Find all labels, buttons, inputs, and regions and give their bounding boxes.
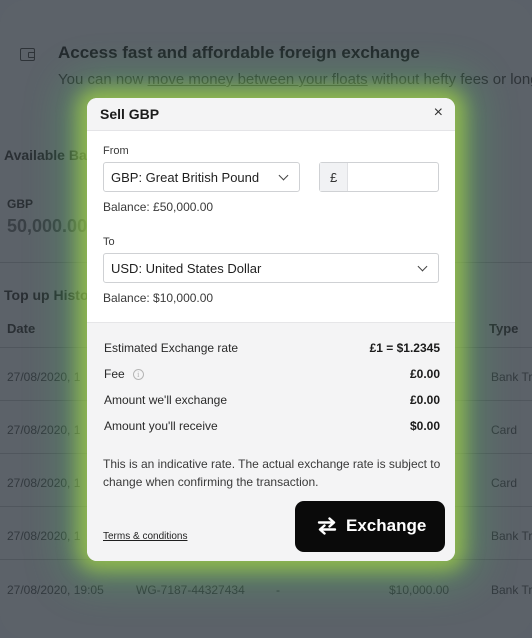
exchange-summary: Estimated Exchange rate £1 = $1.2345 Fee… [87,322,455,561]
rate-value: £1 = $1.2345 [369,341,440,355]
banner-subtitle-pre: You can now [58,71,148,88]
from-currency-value: GBP: Great British Pound [111,170,260,185]
table-row-date: 27/08/2020, 1 [7,423,81,437]
receive-amount-value: $0.00 [409,419,440,433]
gbp-balance-amount: 50,000.00 [7,216,88,236]
from-label: From [103,145,129,157]
table-row-date: 27/08/2020, 1 [7,529,81,543]
close-icon[interactable]: × [434,104,443,122]
fee-value: £0.00 [409,367,440,381]
exchange-button[interactable]: Exchange [295,501,445,552]
chevron-down-icon [417,261,428,272]
table-row-type: Card [491,476,518,490]
info-icon[interactable]: i [132,369,144,380]
receive-amount-label: Amount you'll receive [104,419,218,433]
wallet-icon [20,48,35,61]
exchange-button-label: Exchange [346,516,427,535]
to-balance: Balance: $10,000.00 [103,291,214,305]
currency-symbol: £ [320,163,348,191]
table-row-dash: - [276,583,280,597]
table-row-date: 27/08/2020, 19:05 [7,583,104,597]
to-currency-select[interactable]: USD: United States Dollar [103,253,439,283]
terms-link[interactable]: Terms & conditions [103,531,187,542]
to-currency-value: USD: United States Dollar [111,261,262,276]
modal-header: Sell GBP × [87,98,455,131]
from-balance: Balance: £50,000.00 [103,200,214,214]
topup-history-heading: Top up Histo [4,287,89,303]
table-row-type: Bank Tr [491,583,532,597]
column-header-type: Type [489,321,519,336]
table-row-date: 27/08/2020, 1 [7,370,81,384]
rate-label: Estimated Exchange rate [104,341,239,355]
banner-subtitle-post: without hefty fees or long w [371,71,532,88]
exchange-amount-value: £0.00 [409,393,440,407]
table-row-reference: WG-7187-44327434 [136,583,245,597]
exchange-amount-label: Amount we'll exchange [104,393,228,407]
modal-title: Sell GBP [100,106,160,122]
table-row-type: Card [491,423,518,437]
table-row-date: 27/08/2020, 1 [7,476,81,490]
from-currency-select[interactable]: GBP: Great British Pound [103,162,300,192]
table-row-type: Bank Tr [491,370,532,384]
table-row-type: Bank Tr [491,529,532,543]
swap-arrows-icon [317,517,337,535]
column-header-date: Date [7,321,36,336]
fee-row-label: Fee i [104,367,144,381]
fee-label: Fee [104,367,125,381]
amount-input[interactable] [350,164,436,190]
gbp-currency-label: GBP [7,197,34,211]
available-balance-heading: Available Ba [4,147,87,163]
banner-link[interactable]: move money between your floats [148,71,368,88]
amount-input-group: £ [319,162,439,192]
sell-gbp-modal: Sell GBP × From GBP: Great British Pound… [87,98,455,561]
table-row-amount: $10,000.00 [389,583,450,597]
to-label: To [103,236,115,248]
disclaimer-text: This is an indicative rate. The actual e… [103,457,441,489]
banner-subtitle: You can now move money between your floa… [58,71,532,88]
banner-title: Access fast and affordable foreign excha… [58,43,420,62]
chevron-down-icon [278,170,289,181]
